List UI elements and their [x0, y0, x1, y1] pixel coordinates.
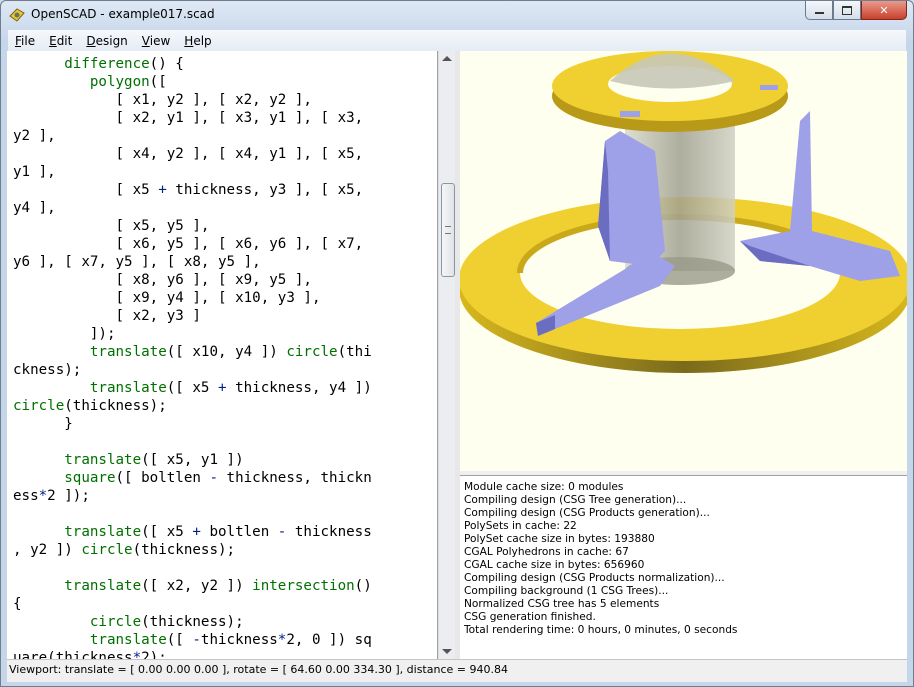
- code-line: ckness);: [13, 362, 82, 378]
- code-line: [ x8, y6 ], [ x9, y5 ],: [13, 272, 312, 288]
- window-title: OpenSCAD - example017.scad: [31, 7, 215, 21]
- rendered-model: [460, 51, 907, 373]
- console-line: CSG generation finished.: [464, 611, 596, 623]
- console-line: Total rendering time: 0 hours, 0 minutes…: [464, 624, 738, 636]
- code-line: y4 ],: [13, 200, 56, 216]
- scroll-up-icon[interactable]: [442, 56, 452, 61]
- code-line: translate([ x5 + thickness, y4 ]): [89, 380, 372, 396]
- console-line: PolySets in cache: 22: [464, 520, 577, 532]
- menu-item[interactable]: Edit: [42, 34, 79, 48]
- console-line: PolySet cache size in bytes: 193880: [464, 533, 655, 545]
- code-editor[interactable]: difference() { polygon([ [ x1, y2 ], [ x…: [7, 51, 438, 659]
- scrollbar-thumb[interactable]: [441, 183, 455, 277]
- close-button[interactable]: ✕: [861, 1, 907, 20]
- code-line: , y2 ]) circle(thickness);: [13, 542, 236, 558]
- code-line: y6 ], [ x7, y5 ], [ x8, y5 ],: [13, 254, 261, 270]
- code-line: y2 ],: [13, 128, 56, 144]
- code-line: [ x9, y4 ], [ x10, y3 ],: [13, 290, 321, 306]
- code-line: [ x2, y1 ], [ x3, y1 ], [ x3,: [13, 110, 364, 126]
- menu-item[interactable]: Design: [79, 34, 134, 48]
- code-line: y1 ],: [13, 164, 56, 180]
- console-line: Module cache size: 0 modules: [464, 481, 624, 493]
- console-output[interactable]: Module cache size: 0 modules Compiling de…: [460, 475, 907, 660]
- console-line: Compiling design (CSG Products normaliza…: [464, 572, 725, 584]
- code-line: [ x5, y5 ],: [13, 218, 210, 234]
- main-area: difference() { polygon([ [ x1, y2 ], [ x…: [7, 51, 907, 660]
- code-line: translate([ -thickness*2, 0 ]) sq: [89, 632, 372, 648]
- menu-item[interactable]: File: [8, 34, 42, 48]
- code-line: circle(thickness);: [89, 614, 244, 630]
- minimize-button[interactable]: [805, 1, 833, 20]
- status-bar: Viewport: translate = [ 0.00 0.00 0.00 ]…: [7, 659, 907, 682]
- code-line: square([ boltlen - thickness, thickn: [64, 470, 372, 486]
- scroll-down-icon[interactable]: [442, 649, 452, 654]
- viewport-status: Viewport: translate = [ 0.00 0.00 0.00 ]…: [9, 663, 508, 676]
- code-line: ]);: [13, 326, 116, 342]
- console-line: Normalized CSG tree has 5 elements: [464, 598, 660, 610]
- code-line: translate([ x2, y2 ]) intersection(): [64, 578, 372, 594]
- minimize-icon: [814, 12, 824, 14]
- code-line: difference() {: [64, 56, 184, 72]
- console-line: CGAL cache size in bytes: 656960: [464, 559, 645, 571]
- code-line: uare(thickness*2);: [13, 650, 167, 659]
- maximize-button[interactable]: [833, 1, 861, 20]
- code-line: }: [13, 416, 73, 432]
- menu-item[interactable]: Help: [177, 34, 218, 48]
- code-line: translate([ x10, y4 ]) circle(thi: [89, 344, 372, 360]
- code-line: [ x5 + thickness, y3 ], [ x5,: [13, 182, 364, 198]
- code-line: [ x4, y2 ], [ x4, y1 ], [ x5,: [13, 146, 364, 162]
- code-line: polygon([: [89, 74, 167, 90]
- maximize-icon: [842, 5, 852, 15]
- code-line: translate([ x5, y1 ]): [64, 452, 244, 468]
- code-line: ess*2 ]);: [13, 488, 90, 504]
- title-bar[interactable]: OpenSCAD - example017.scad ✕: [1, 1, 913, 29]
- code-line: [ x1, y2 ], [ x2, y2 ],: [13, 92, 312, 108]
- menu-item[interactable]: View: [135, 34, 177, 48]
- menu-bar: File Edit Design View Help: [8, 30, 906, 52]
- 3d-viewport[interactable]: [460, 51, 907, 471]
- grip-icon: [445, 226, 451, 234]
- code-line: {: [13, 596, 22, 612]
- console-line: Compiling design (CSG Products generatio…: [464, 507, 710, 519]
- console-line: Compiling design (CSG Tree generation)..…: [464, 494, 687, 506]
- close-icon: ✕: [879, 3, 889, 17]
- code-line: [ x6, y5 ], [ x6, y6 ], [ x7,: [13, 236, 364, 252]
- code-line: translate([ x5 + boltlen - thickness: [64, 524, 372, 540]
- code-text[interactable]: difference() { polygon([ [ x1, y2 ], [ x…: [13, 55, 372, 659]
- code-line: [ x2, y3 ]: [13, 308, 201, 324]
- console-line: Compiling background (1 CSG Trees)...: [464, 585, 669, 597]
- editor-scrollbar[interactable]: [438, 51, 456, 659]
- console-line: CGAL Polyhedrons in cache: 67: [464, 546, 629, 558]
- openscad-icon: [9, 8, 25, 22]
- code-line: circle(thickness);: [13, 398, 167, 414]
